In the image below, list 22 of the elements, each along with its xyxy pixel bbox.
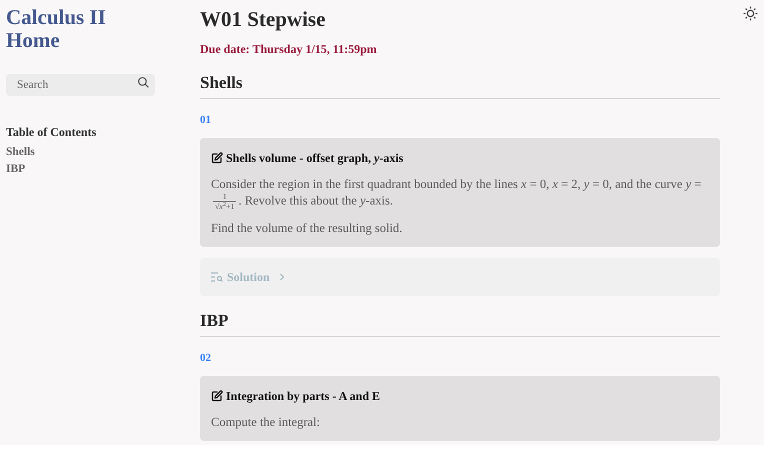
problem-title: Integration by parts - A and E <box>226 388 380 405</box>
search-field[interactable]: Search <box>6 74 155 96</box>
toc-link[interactable]: IBP <box>6 161 26 178</box>
toc-link[interactable]: Shells <box>6 144 35 161</box>
list-search-icon <box>211 272 223 282</box>
problem-text: Consider the region in the first quadrant bounded by the lines x = 0, x = 2, y = 0, and the curve y = 1 √x$^{2}$+1 . Revolve this about the y-axis. <box>211 176 702 211</box>
problem-text: Find the volume of the resulting solid. <box>211 220 404 236</box>
problem-title: Shells volume - offset graph, y-axis <box>226 150 404 167</box>
problem-number[interactable]: 01 <box>200 112 211 128</box>
edit-icon <box>211 152 223 164</box>
site-title[interactable]: Calculus II Home <box>6 6 136 52</box>
section-heading: IBP <box>200 310 720 337</box>
problem-number[interactable]: 02 <box>200 350 211 366</box>
edit-icon <box>211 390 223 402</box>
problem-text: Compute the integral: <box>211 414 322 430</box>
section-heading: Shells <box>200 72 720 99</box>
page-title: W01 Stepwise <box>200 6 326 32</box>
due-date: Due date: Thursday 1/15, 11:59pm <box>200 41 378 58</box>
toc-heading: Table of Contents <box>6 124 98 141</box>
chevron-icon <box>278 273 286 281</box>
sun-icon[interactable] <box>743 6 758 21</box>
search-icon[interactable] <box>137 76 150 89</box>
